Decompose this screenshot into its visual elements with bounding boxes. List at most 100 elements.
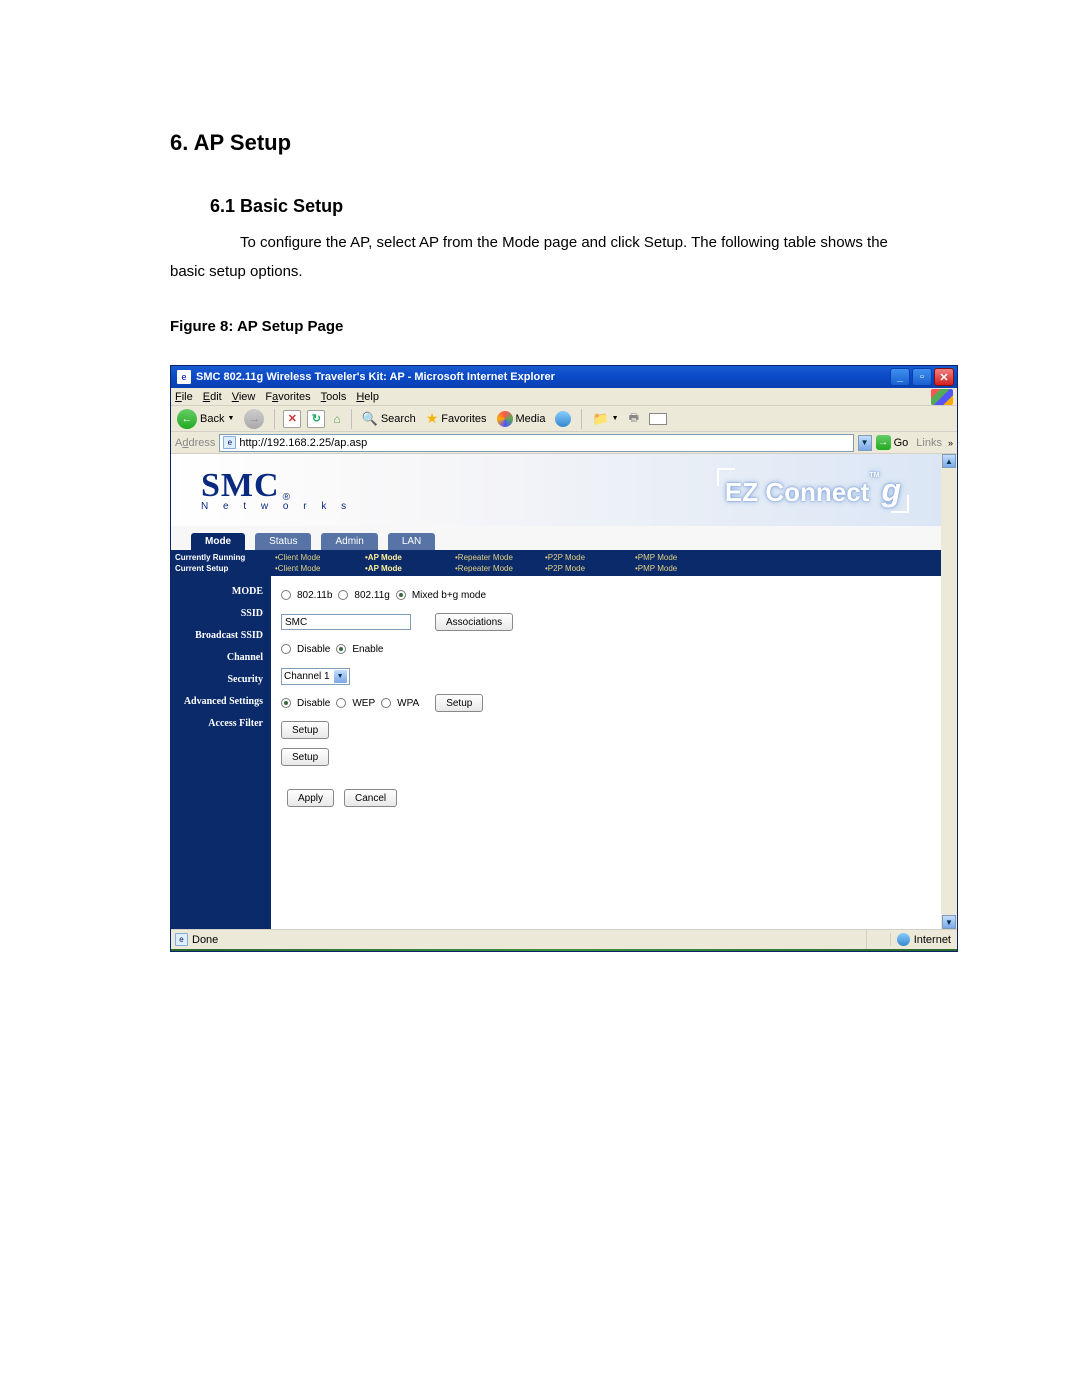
mode-link-client[interactable]: •Client Mode [275, 552, 361, 563]
tab-status[interactable]: Status [255, 533, 311, 550]
chevron-down-icon: ▼ [334, 670, 347, 683]
back-icon: ← [177, 409, 197, 429]
menu-file[interactable]: File [175, 391, 193, 403]
radio-security-wep-label: WEP [352, 698, 375, 709]
menu-edit[interactable]: Edit [203, 391, 222, 403]
row-channel: Channel 1 ▼ [281, 667, 941, 685]
close-button[interactable]: ✕ [934, 368, 954, 386]
label-access-filter: Access Filter [171, 718, 263, 729]
mail-icon [649, 413, 667, 425]
media-icon [497, 411, 513, 427]
go-icon: → [876, 435, 891, 450]
mode-link-pmp[interactable]: •PMP Mode [635, 563, 721, 574]
security-setup-button[interactable]: Setup [435, 694, 483, 712]
radio-broadcast-disable[interactable] [281, 644, 291, 654]
window-title: SMC 802.11g Wireless Traveler's Kit: AP … [196, 371, 890, 383]
search-icon: 🔍 [362, 411, 378, 427]
bracket-icon [717, 468, 735, 486]
access-filter-setup-button[interactable]: Setup [281, 748, 329, 766]
label-broadcast-ssid: Broadcast SSID [171, 630, 263, 641]
window-titlebar: e SMC 802.11g Wireless Traveler's Kit: A… [171, 366, 957, 388]
radio-broadcast-enable[interactable] [336, 644, 346, 654]
mode-link-repeater[interactable]: •Repeater Mode [455, 563, 541, 574]
row-mode: 802.11b 802.11g Mixed b+g mode [281, 586, 941, 604]
minimize-button[interactable]: _ [890, 368, 910, 386]
home-button[interactable]: ⌂ [331, 408, 342, 430]
maximize-button[interactable]: ▫ [912, 368, 932, 386]
tab-admin[interactable]: Admin [321, 533, 377, 550]
menu-view[interactable]: View [232, 391, 256, 403]
favorites-icon: ★ [426, 410, 439, 427]
history-icon [555, 411, 571, 427]
radio-security-wpa[interactable] [381, 698, 391, 708]
radio-80211g[interactable] [338, 590, 348, 600]
forward-button[interactable]: → [242, 408, 266, 430]
print-button[interactable]: 🖶 [627, 408, 641, 430]
menu-favorites[interactable]: Favorites [265, 391, 310, 403]
go-label: Go [894, 437, 909, 449]
favorites-button[interactable]: ★ Favorites [424, 408, 489, 430]
label-advanced-settings: Advanced Settings [171, 696, 263, 707]
tab-mode[interactable]: Mode [191, 533, 245, 550]
mail-button[interactable] [647, 408, 669, 430]
radio-mixed-label: Mixed b+g mode [412, 590, 486, 601]
mode-link-repeater[interactable]: •Repeater Mode [455, 552, 541, 563]
channel-select[interactable]: Channel 1 ▼ [281, 668, 350, 685]
advanced-setup-button[interactable]: Setup [281, 721, 329, 739]
folder-button[interactable]: 📁▼ [590, 408, 620, 430]
history-button[interactable] [553, 408, 573, 430]
ez-connect-logo: EZ Connect TM g [725, 472, 901, 509]
forward-icon: → [244, 409, 264, 429]
figure-caption: Figure 8: AP Setup Page [170, 318, 910, 335]
search-button[interactable]: 🔍 Search [360, 408, 418, 430]
currently-running-label: Currently Running [175, 552, 271, 563]
address-dropdown[interactable]: ▼ [858, 435, 872, 451]
radio-security-disable[interactable] [281, 698, 291, 708]
favorites-label: Favorites [441, 413, 486, 425]
radio-security-wep[interactable] [336, 698, 346, 708]
refresh-button[interactable]: ↻ [307, 410, 325, 428]
menu-help[interactable]: Help [356, 391, 379, 403]
dropdown-icon: ▼ [612, 415, 619, 422]
mode-link-ap[interactable]: •AP Mode [365, 552, 451, 563]
radio-broadcast-enable-label: Enable [352, 644, 383, 655]
settings-labels-column: MODE SSID Broadcast SSID Channel Securit… [171, 576, 271, 929]
associations-button[interactable]: Associations [435, 613, 513, 631]
vertical-scrollbar[interactable]: ▲ ▼ [941, 454, 957, 929]
chevron-right-icon[interactable]: » [948, 438, 953, 448]
smc-logo-text: SMC [201, 469, 280, 503]
ie-window: e SMC 802.11g Wireless Traveler's Kit: A… [170, 365, 958, 952]
row-access-filter: Setup [281, 748, 941, 766]
taskbar-edge [171, 949, 957, 951]
status-zone-text: Internet [914, 934, 951, 946]
address-input[interactable]: e http://192.168.2.25/ap.asp [219, 434, 853, 452]
stop-button[interactable]: ✕ [283, 410, 301, 428]
go-button[interactable]: → Go [876, 435, 909, 450]
mode-link-p2p[interactable]: •P2P Mode [545, 552, 631, 563]
links-label[interactable]: Links [916, 437, 942, 449]
settings-form-column: 802.11b 802.11g Mixed b+g mode SMC Assoc… [271, 576, 941, 929]
dropdown-icon: ▼ [227, 415, 234, 422]
body-paragraph: To configure the AP, select AP from the … [170, 229, 910, 286]
radio-mixed[interactable] [396, 590, 406, 600]
address-label: Address [175, 437, 215, 449]
media-button[interactable]: Media [495, 408, 548, 430]
tab-lan[interactable]: LAN [388, 533, 435, 550]
page-icon: e [223, 436, 236, 449]
mode-link-client[interactable]: •Client Mode [275, 563, 361, 574]
label-mode: MODE [171, 586, 263, 597]
menu-tools[interactable]: Tools [321, 391, 347, 403]
back-button[interactable]: ← Back ▼ [175, 408, 236, 430]
ssid-input[interactable]: SMC [281, 614, 411, 630]
scroll-up-icon[interactable]: ▲ [942, 454, 956, 468]
browser-viewport: SMC ® N e t w o r k s EZ Connect TM g [171, 454, 957, 929]
windows-logo-icon [931, 389, 953, 405]
mode-link-p2p[interactable]: •P2P Mode [545, 563, 631, 574]
cancel-button[interactable]: Cancel [344, 789, 397, 807]
radio-security-wpa-label: WPA [397, 698, 419, 709]
radio-80211b[interactable] [281, 590, 291, 600]
mode-link-ap[interactable]: •AP Mode [365, 563, 451, 574]
mode-link-pmp[interactable]: •PMP Mode [635, 552, 721, 563]
scroll-down-icon[interactable]: ▼ [942, 915, 956, 929]
apply-button[interactable]: Apply [287, 789, 334, 807]
